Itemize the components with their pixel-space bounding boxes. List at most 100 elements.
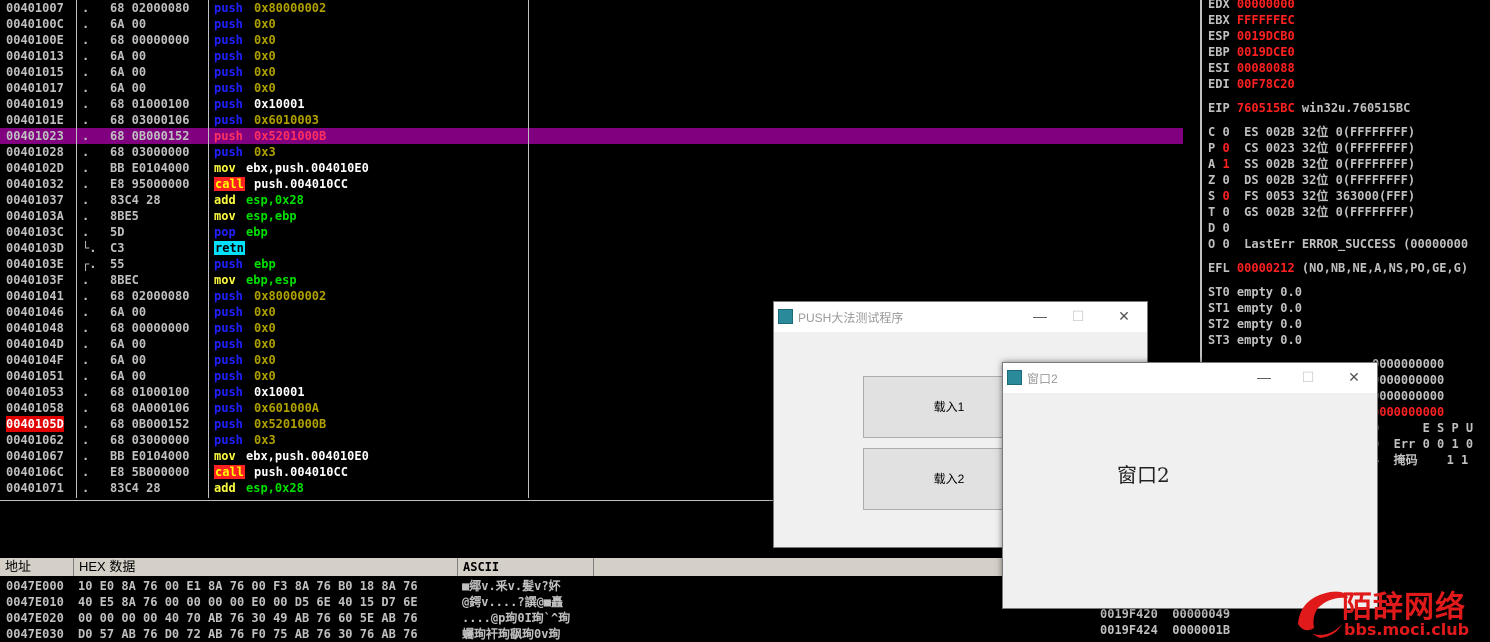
disasm-address[interactable]: 0040101E [6, 112, 64, 128]
disasm-row[interactable]: 0040100E. 68 00000000 push 0x0 [0, 32, 1183, 48]
disasm-row[interactable]: 00401023. 68 0B000152 push 0x5201000B [0, 128, 1183, 144]
disasm-row[interactable]: 0040103D └. C3 retn [0, 240, 1183, 256]
disasm-address[interactable]: 0040105D [6, 416, 64, 432]
disasm-address[interactable]: 0040100E [6, 32, 64, 48]
disasm-operand: esp,ebp [246, 209, 297, 223]
disasm-address[interactable]: 00401015 [6, 64, 64, 80]
flag-p[interactable]: P 0 CS 0023 32位 0(FFFFFFFF) [1208, 140, 1415, 156]
disasm-address[interactable]: 0040100C [6, 16, 64, 32]
dump-row[interactable]: 0047E030 D0 57 AB 76 D0 72 AB 76 F0 75 AB… [0, 626, 600, 642]
dump-ascii: 蠾珣衦珣飖珣0v珣 [462, 627, 561, 641]
disasm-address[interactable]: 00401037 [6, 192, 64, 208]
disasm-address[interactable]: 00401019 [6, 96, 64, 112]
register-eip[interactable]: EIP 760515BC win32u.760515BC [1208, 100, 1410, 116]
register-edx[interactable]: EDX 00000000 [1208, 0, 1295, 12]
register-st2[interactable]: ST2 empty 0.0 [1208, 316, 1302, 332]
disasm-address[interactable]: 00401007 [6, 0, 64, 16]
disasm-row[interactable]: 00401019. 68 01000100 push 0x10001 [0, 96, 1183, 112]
dump-pane[interactable]: 地址 HEX 数据 ASCII 0047E000 10 E0 8A 76 00 E… [0, 558, 1080, 642]
disasm-row[interactable]: 0040103E ┌. 55 push ebp [0, 256, 1183, 272]
flag-c[interactable]: C 0 ES 002B 32位 0(FFFFFFFF) [1208, 124, 1415, 140]
window2-titlebar[interactable]: 窗口2 — ☐ ✕ [1003, 363, 1377, 393]
disasm-address[interactable]: 00401028 [6, 144, 64, 160]
disasm-row[interactable]: 0040103C. 5D pop ebp [0, 224, 1183, 240]
maximize-button[interactable]: ☐ [1063, 305, 1093, 327]
window-titlebar[interactable]: PUSH大法测试程序 — ☐ ✕ [774, 302, 1147, 332]
disasm-address[interactable]: 00401067 [6, 448, 64, 464]
disasm-row[interactable]: 0040103F. 8BEC mov ebp,esp [0, 272, 1183, 288]
disasm-row[interactable]: 00401037. 83C4 28 add esp,0x28 [0, 192, 1183, 208]
register-esp[interactable]: ESP 0019DCB0 [1208, 28, 1295, 44]
disasm-address[interactable]: 00401023 [6, 128, 64, 144]
dump-header-addr[interactable]: 地址 [0, 558, 74, 576]
dump-header-ascii[interactable]: ASCII [458, 558, 594, 576]
flag-t[interactable]: T 0 GS 002B 32位 0(FFFFFFFF) [1208, 204, 1415, 220]
disasm-address[interactable]: 00401013 [6, 48, 64, 64]
disasm-address[interactable]: 00401048 [6, 320, 64, 336]
register-edi[interactable]: EDI 00F78C20 [1208, 76, 1295, 92]
disasm-row[interactable]: 00401007. 68 02000080 push 0x80000002 [0, 0, 1183, 16]
disasm-row[interactable]: 00401028. 68 03000000 push 0x3 [0, 144, 1183, 160]
disasm-address[interactable]: 00401032 [6, 176, 64, 192]
disasm-address[interactable]: 0040103A [6, 208, 64, 224]
disasm-address[interactable]: 0040103D [6, 240, 64, 256]
app-icon [1007, 370, 1022, 385]
disasm-address[interactable]: 00401062 [6, 432, 64, 448]
disasm-mnemonic: push [214, 401, 243, 415]
dump-header-hex[interactable]: HEX 数据 [74, 558, 458, 576]
minimize-button[interactable]: — [1025, 305, 1055, 327]
disasm-flow: . [82, 433, 90, 447]
window2[interactable]: 窗口2 — ☐ ✕ 窗口2 [1002, 362, 1378, 609]
disasm-address[interactable]: 0040106C [6, 464, 64, 480]
disasm-row[interactable]: 00401032. E8 95000000 call push.004010CC [0, 176, 1183, 192]
disasm-row[interactable]: 0040101E. 68 03000106 push 0x6010003 [0, 112, 1183, 128]
disasm-address[interactable]: 0040104F [6, 352, 64, 368]
register-st1[interactable]: ST1 empty 0.0 [1208, 300, 1302, 316]
disasm-address[interactable]: 00401058 [6, 400, 64, 416]
minimize-button[interactable]: — [1249, 366, 1279, 388]
disasm-row[interactable]: 00401013. 6A 00 push 0x0 [0, 48, 1183, 64]
maximize-button[interactable]: ☐ [1293, 366, 1323, 388]
disasm-address[interactable]: 0040102D [6, 160, 64, 176]
disasm-address[interactable]: 00401017 [6, 80, 64, 96]
fpu-partial-line: 0000000000 [1372, 357, 1445, 371]
disasm-hex: 83C4 28 [110, 481, 161, 495]
dump-row[interactable]: 0047E010 40 E5 8A 76 00 00 00 00 E0 00 D5… [0, 594, 600, 610]
disasm-address[interactable]: 00401046 [6, 304, 64, 320]
disasm-address[interactable]: 0040103E [6, 256, 64, 272]
disasm-hex: 68 00000000 [110, 33, 190, 47]
disasm-row[interactable]: 00401015. 6A 00 push 0x0 [0, 64, 1183, 80]
disasm-hex: 68 0B000152 [110, 129, 190, 143]
disasm-address[interactable]: 0040104D [6, 336, 64, 352]
close-button[interactable]: ✕ [1339, 366, 1369, 388]
disasm-address[interactable]: 0040103C [6, 224, 64, 240]
disasm-address[interactable]: 00401051 [6, 368, 64, 384]
flag-z[interactable]: Z 0 DS 002B 32位 0(FFFFFFFF) [1208, 172, 1415, 188]
disasm-row[interactable]: 0040103A. 8BE5 mov esp,ebp [0, 208, 1183, 224]
flag-a[interactable]: A 1 SS 002B 32位 0(FFFFFFFF) [1208, 156, 1415, 172]
flag-s[interactable]: S 0 FS 0053 32位 363000(FFF) [1208, 188, 1415, 204]
register-efl[interactable]: EFL 00000212 (NO,NB,NE,A,NS,PO,GE,G) [1208, 260, 1468, 276]
disasm-address[interactable]: 00401053 [6, 384, 64, 400]
flag-o[interactable]: O 0 LastErr ERROR_SUCCESS (00000000 [1208, 236, 1468, 252]
disasm-address[interactable]: 00401041 [6, 288, 64, 304]
disasm-row[interactable]: 00401017. 6A 00 push 0x0 [0, 80, 1183, 96]
register-st3[interactable]: ST3 empty 0.0 [1208, 332, 1302, 348]
stack-row[interactable]: 0019F424 0000001B [1100, 622, 1230, 638]
disasm-address[interactable]: 0040103F [6, 272, 64, 288]
register-st0[interactable]: ST0 empty 0.0 [1208, 284, 1302, 300]
register-ebx[interactable]: EBX FFFFFFEC [1208, 12, 1295, 28]
dump-row[interactable]: 0047E020 00 00 00 00 40 70 AB 76 30 49 AB… [0, 610, 600, 626]
disasm-operand: 0x0 [254, 17, 276, 31]
close-button[interactable]: ✕ [1109, 305, 1139, 327]
disasm-mnemonic: mov [214, 209, 236, 223]
dump-address: 0047E000 [6, 579, 64, 593]
flag-d[interactable]: D 0 [1208, 220, 1244, 236]
dump-row[interactable]: 0047E000 10 E0 8A 76 00 E1 8A 76 00 F3 8A… [0, 578, 600, 594]
register-ebp[interactable]: EBP 0019DCE0 [1208, 44, 1295, 60]
disasm-row[interactable]: 0040102D. BB E0104000 mov ebx,push.004010E0 [0, 160, 1183, 176]
disasm-row[interactable]: 0040100C. 6A 00 push 0x0 [0, 16, 1183, 32]
register-esi[interactable]: ESI 00080088 [1208, 60, 1295, 76]
disasm-address[interactable]: 00401071 [6, 480, 64, 496]
disasm-flow: . [82, 33, 90, 47]
